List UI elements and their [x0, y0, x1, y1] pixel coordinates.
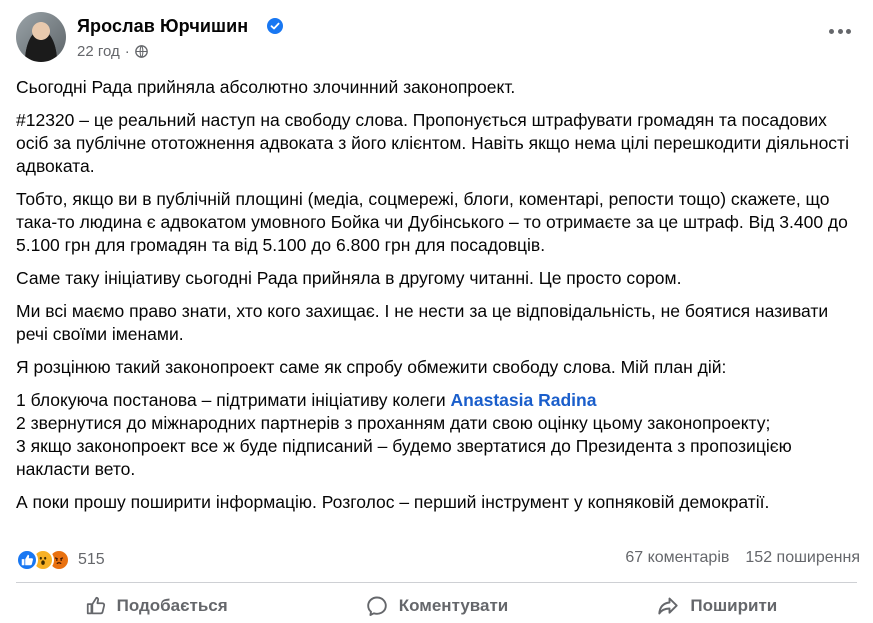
- post-meta: 22 год ·: [77, 43, 148, 60]
- like-button[interactable]: Подобається: [16, 588, 296, 623]
- post-paragraph: Тобто, якщо ви в публічній площині (меді…: [16, 189, 848, 255]
- comment-button[interactable]: Коментувати: [296, 588, 576, 623]
- post-paragraph: Ми всі маємо право знати, хто кого захищ…: [16, 301, 829, 344]
- shares-count[interactable]: 152 поширення: [745, 549, 860, 567]
- globe-icon[interactable]: [134, 45, 148, 58]
- post-paragraph: Саме таку ініціативу сьогодні Рада прийн…: [16, 268, 682, 288]
- like-reaction-icon: [16, 549, 38, 571]
- comment-bubble-icon: [365, 594, 389, 618]
- comment-button-label: Коментувати: [398, 596, 509, 615]
- author-avatar[interactable]: [16, 12, 66, 62]
- like-button-label: Подобається: [116, 596, 228, 615]
- more-options-icon[interactable]: [829, 26, 851, 36]
- post-header: Ярослав Юрчишин 22 год ·: [16, 12, 857, 64]
- post-timestamp[interactable]: 22 год: [77, 43, 120, 60]
- engagement-stats: 67 коментарів 152 поширення: [625, 549, 860, 567]
- meta-separator: ·: [124, 43, 130, 60]
- post-paragraph: Я розцінюю такий законопроект саме як сп…: [16, 357, 727, 377]
- post-paragraph: А поки прошу поширити інформацію. Розгол…: [16, 492, 770, 512]
- list-item-1: 1 блокуюча постанова – підтримати ініціа…: [16, 389, 861, 412]
- facebook-post: Ярослав Юрчишин 22 год · Сьогодні Рада п…: [0, 0, 873, 623]
- share-button[interactable]: Поширити: [577, 588, 857, 623]
- mention-link[interactable]: Anastasia Radina: [451, 390, 597, 410]
- thumbs-up-icon: [85, 595, 107, 617]
- list-item-1-text: 1 блокуюча постанова – підтримати ініціа…: [16, 390, 451, 410]
- post-paragraph: #12320 – це реальний наступ на свободу с…: [16, 110, 849, 176]
- post-actions: Подобається Коментувати Поширити: [16, 588, 857, 623]
- actions-divider: [16, 582, 857, 583]
- share-arrow-icon: [656, 594, 680, 618]
- verified-badge-icon: [267, 18, 283, 34]
- reactions-count[interactable]: 515: [78, 551, 105, 569]
- author-name[interactable]: Ярослав Юрчишин: [77, 16, 248, 37]
- post-paragraph: Сьогодні Рада прийняла абсолютно злочинн…: [16, 77, 516, 97]
- reactions-summary[interactable]: 515: [16, 548, 105, 572]
- action-plan-list: 1 блокуюча постанова – підтримати ініціа…: [16, 389, 861, 481]
- share-button-label: Поширити: [690, 596, 778, 615]
- post-text: Сьогодні Рада прийняла абсолютно злочинн…: [16, 76, 861, 524]
- list-item-2: 2 звернутися до міжнародних партнерів з …: [16, 413, 771, 433]
- comments-count[interactable]: 67 коментарів: [625, 549, 729, 567]
- list-item-3: 3 якщо законопроект все ж буде підписани…: [16, 436, 792, 479]
